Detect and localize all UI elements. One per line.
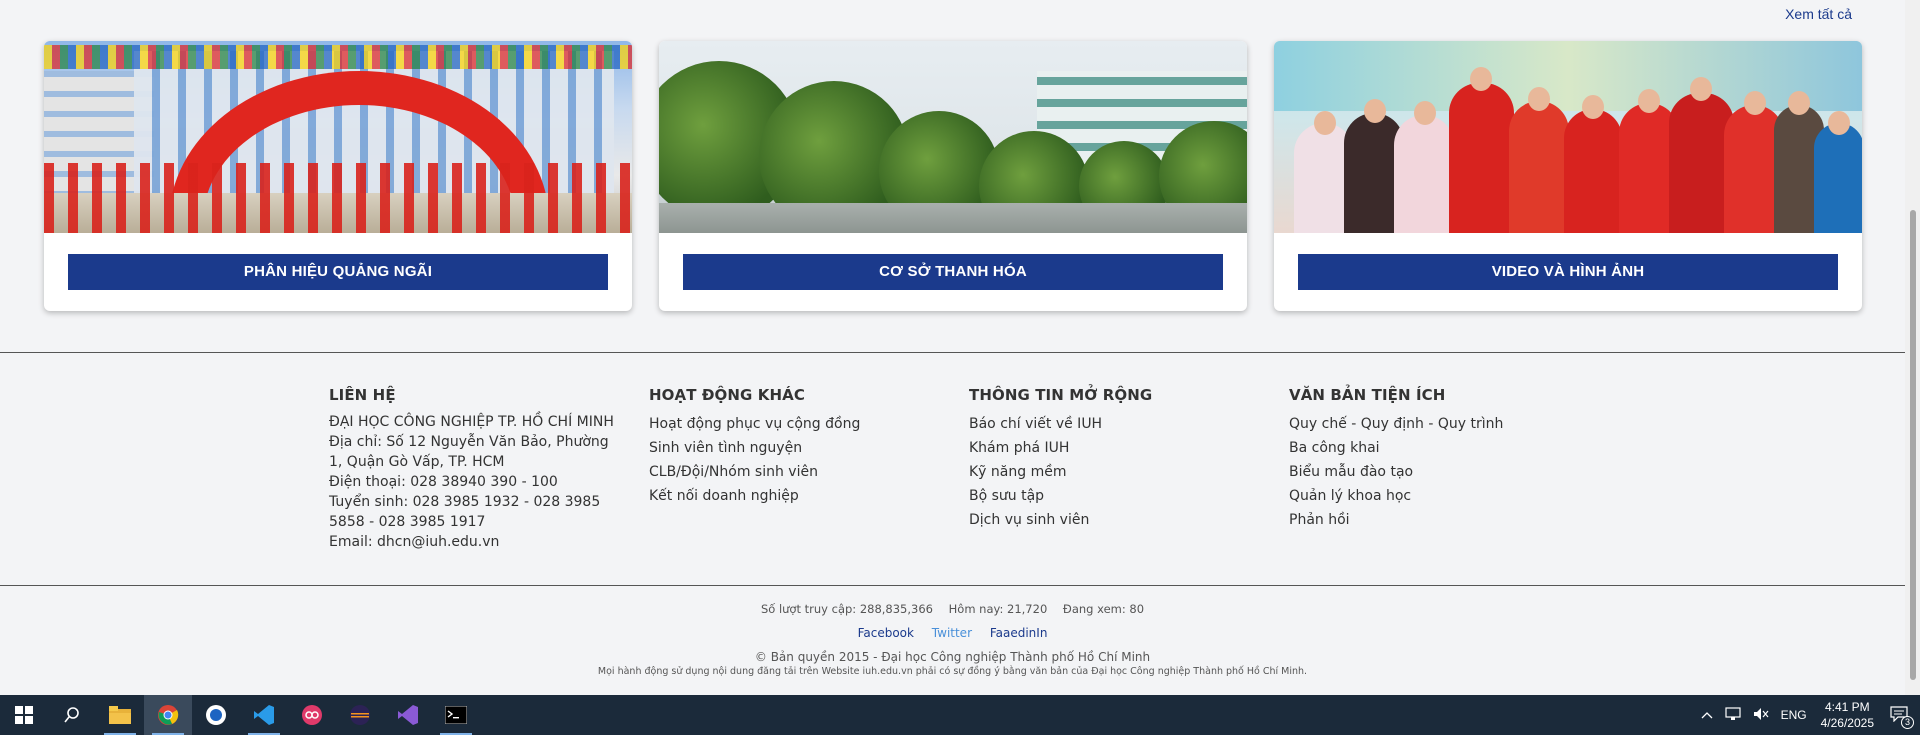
usage-notice: Mọi hành động sử dụng nội dung đăng tải … <box>597 666 1308 677</box>
notification-count: 3 <box>1901 715 1914 729</box>
university-name: ĐẠI HỌC CÔNG NGHIỆP TP. HỒ CHÍ MINH <box>329 414 614 430</box>
app-icon[interactable] <box>192 695 240 735</box>
social-links: Facebook Twitter FaaedinIn <box>0 626 1905 640</box>
email-text: Email: dhcn@iuh.edu.vn <box>329 534 500 550</box>
facebook-link[interactable]: Facebook <box>858 626 914 640</box>
visit-stats: Số lượt truy cập: 288,835,366 Hôm nay: 2… <box>0 602 1905 616</box>
windows-start-icon[interactable] <box>0 695 48 735</box>
app-red-icon[interactable] <box>288 695 336 735</box>
footer-columns: LIÊN HỆ ĐẠI HỌC CÔNG NGHIỆP TP. HỒ CHÍ M… <box>329 386 1609 552</box>
chrome-icon[interactable] <box>144 695 192 735</box>
video-images-button[interactable]: VIDEO VÀ HÌNH ẢNH <box>1298 254 1838 290</box>
network-icon[interactable] <box>1724 706 1741 724</box>
extended-link[interactable]: Kỹ năng mềm <box>969 460 1289 484</box>
extended-title: THÔNG TIN MỞ RỘNG <box>969 386 1153 404</box>
system-tray: ENG 4:41 PM 4/26/2025 3 <box>1695 695 1920 735</box>
thanh-hoa-button[interactable]: CƠ SỞ THANH HÓA <box>683 254 1223 290</box>
card-video-images[interactable]: VIDEO VÀ HÌNH ẢNH <box>1274 41 1862 311</box>
file-explorer-icon[interactable] <box>96 695 144 735</box>
copyright-text: © Bản quyền 2015 - Đại học Công nghiệp T… <box>754 650 1151 664</box>
footer-contact: LIÊN HỆ ĐẠI HỌC CÔNG NGHIỆP TP. HỒ CHÍ M… <box>329 386 649 552</box>
terminal-icon[interactable] <box>432 695 480 735</box>
campus-cards: PHÂN HIỆU QUẢNG NGÃI CƠ SỞ THANH HÓA VID… <box>44 41 1862 311</box>
quang-ngai-button[interactable]: PHÂN HIỆU QUẢNG NGÃI <box>68 254 608 290</box>
footer-top-divider <box>0 352 1905 353</box>
card-thanh-hoa[interactable]: CƠ SỞ THANH HÓA <box>659 41 1247 311</box>
windows-taskbar: ENG 4:41 PM 4/26/2025 3 <box>0 695 1920 735</box>
document-link[interactable]: Phản hồi <box>1289 508 1609 532</box>
phone-text: Điện thoại: 028 38940 390 - 100 <box>329 474 558 490</box>
page-scrollbar[interactable] <box>1905 0 1920 695</box>
document-link[interactable]: Ba công khai <box>1289 436 1609 460</box>
admission-text: Tuyển sinh: 028 3985 1932 - 028 3985 585… <box>329 494 601 530</box>
scrollbar-thumb[interactable] <box>1910 210 1916 680</box>
extended-link[interactable]: Bộ sưu tập <box>969 484 1289 508</box>
activity-link[interactable]: Sinh viên tình nguyện <box>649 436 969 460</box>
footer-documents: VĂN BẢN TIỆN ÍCH Quy chế - Quy định - Qu… <box>1289 386 1609 552</box>
documents-title: VĂN BẢN TIỆN ÍCH <box>1289 386 1446 404</box>
search-icon[interactable] <box>48 695 96 735</box>
address-text: Địa chỉ: Số 12 Nguyễn Văn Bảo, Phường 1,… <box>329 434 609 470</box>
twitter-link[interactable]: Twitter <box>932 626 972 640</box>
extended-link[interactable]: Báo chí viết về IUH <box>969 412 1289 436</box>
current-viewers: Đang xem: 80 <box>1062 602 1145 616</box>
extended-link[interactable]: Khám phá IUH <box>969 436 1289 460</box>
language-indicator[interactable]: ENG <box>1781 708 1807 722</box>
extended-link[interactable]: Dịch vụ sinh viên <box>969 508 1289 532</box>
document-link[interactable]: Quy chế - Quy định - Quy trình <box>1289 412 1609 436</box>
footer-bottom-divider <box>0 585 1905 586</box>
contact-title: LIÊN HỆ <box>329 386 396 404</box>
activity-link[interactable]: CLB/Đội/Nhóm sinh viên <box>649 460 969 484</box>
chevron-up-icon[interactable] <box>1701 708 1713 722</box>
see-all-link[interactable]: Xem tất cả <box>1785 6 1852 22</box>
footer-activities: HOẠT ĐỘNG KHÁC Hoạt động phục vụ cộng đồ… <box>649 386 969 552</box>
clock[interactable]: 4:41 PM 4/26/2025 <box>1821 699 1874 731</box>
linkedin-link[interactable]: FaaedinIn <box>990 626 1048 640</box>
activities-title: HOẠT ĐỘNG KHÁC <box>649 386 805 404</box>
document-link[interactable]: Quản lý khoa học <box>1289 484 1609 508</box>
card-quang-ngai[interactable]: PHÂN HIỆU QUẢNG NGÃI <box>44 41 632 311</box>
notification-icon[interactable]: 3 <box>1890 705 1914 729</box>
activity-link[interactable]: Kết nối doanh nghiệp <box>649 484 969 508</box>
clock-date: 4/26/2025 <box>1820 716 1874 730</box>
page: Xem tất cả PHÂN HIỆU QUẢNG NGÃI CƠ SỞ TH… <box>0 0 1905 695</box>
volume-muted-icon[interactable] <box>1753 707 1769 724</box>
footer-extended: THÔNG TIN MỞ RỘNG Báo chí viết về IUH Kh… <box>969 386 1289 552</box>
thanh-hoa-campus-image[interactable] <box>659 41 1247 233</box>
visual-studio-icon[interactable] <box>384 695 432 735</box>
activity-link[interactable]: Hoạt động phục vụ cộng đồng <box>649 412 969 436</box>
document-link[interactable]: Biểu mẫu đào tạo <box>1289 460 1609 484</box>
clock-time: 4:41 PM <box>1824 700 1870 714</box>
total-visits: Số lượt truy cập: 288,835,366 <box>760 602 933 616</box>
eclipse-icon[interactable] <box>336 695 384 735</box>
today-visits: Hôm nay: 21,720 <box>948 602 1048 616</box>
vscode-icon[interactable] <box>240 695 288 735</box>
video-images-image[interactable] <box>1274 41 1862 233</box>
quang-ngai-campus-image[interactable] <box>44 41 632 233</box>
